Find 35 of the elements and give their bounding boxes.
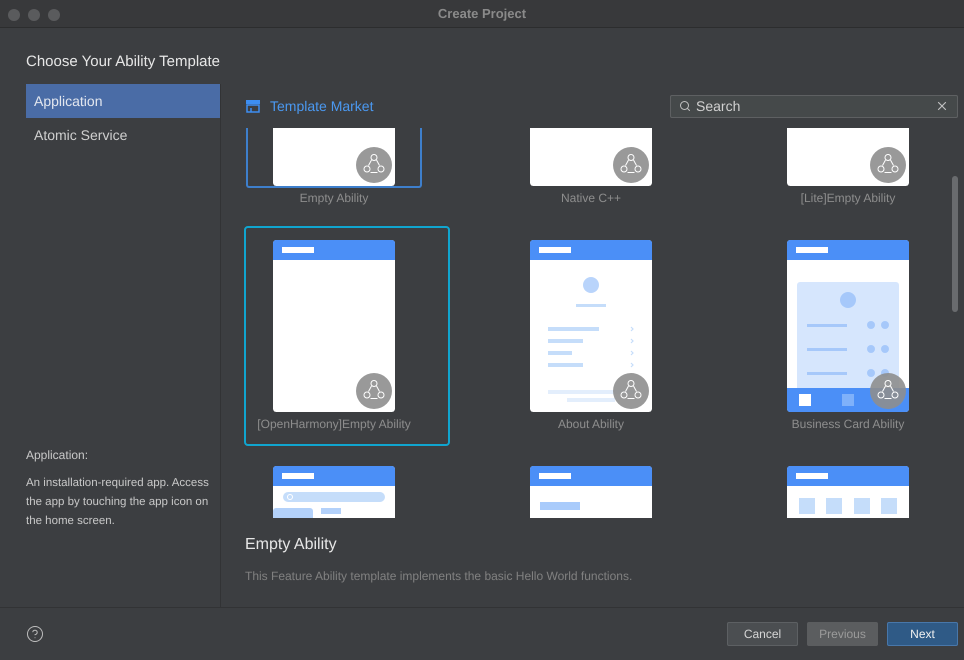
template-card[interactable]: About Ability xyxy=(501,226,707,446)
connected-nodes-icon xyxy=(613,373,649,409)
template-name: Empty Ability xyxy=(300,190,368,207)
connected-nodes-icon xyxy=(613,147,649,183)
template-card[interactable]: [Lite]Empty Ability xyxy=(758,128,964,220)
description-title: Application: xyxy=(26,447,90,464)
connected-nodes-icon xyxy=(356,147,392,183)
template-card[interactable]: [OpenHarmony]Empty Ability xyxy=(244,226,450,446)
description-text: An installation-required app. Access the app by touching the app icon on the home screen. xyxy=(26,476,210,529)
template-name: [Lite]Empty Ability xyxy=(800,190,896,207)
sidebar-item[interactable]: Application xyxy=(26,84,220,118)
template-name: About Ability xyxy=(558,416,624,433)
sidebar-item[interactable]: Atomic Service xyxy=(26,118,220,152)
search-field[interactable]: Search xyxy=(670,94,958,118)
connected-nodes-icon xyxy=(870,373,906,409)
market-link[interactable]: Template Market xyxy=(270,96,374,116)
dialog-button[interactable]: Next xyxy=(887,622,958,646)
connected-nodes-icon xyxy=(356,373,392,409)
template-name: Native C++ xyxy=(560,190,622,207)
scrollbar-thumb[interactable] xyxy=(952,176,958,312)
search-input[interactable]: Search xyxy=(696,96,930,116)
help-icon[interactable] xyxy=(26,625,44,643)
template-description: This Feature Ability template implements the basic Hello World functions. xyxy=(245,568,634,585)
window-title: Create Project xyxy=(438,4,526,23)
page-heading: Choose Your Ability Template xyxy=(26,52,220,72)
dialog-button[interactable]: Cancel xyxy=(727,622,798,646)
search-icon xyxy=(679,100,691,112)
clear-icon[interactable] xyxy=(935,99,949,113)
store-icon xyxy=(246,99,260,113)
template-name: Business Card Ability xyxy=(792,416,904,433)
template-title: Empty Ability xyxy=(245,535,338,555)
template-name: [OpenHarmony]Empty Ability xyxy=(257,416,411,433)
template-card[interactable]: Native C++ xyxy=(501,128,707,220)
connected-nodes-icon xyxy=(870,147,906,183)
template-card[interactable]: Business Card Ability xyxy=(758,226,964,446)
